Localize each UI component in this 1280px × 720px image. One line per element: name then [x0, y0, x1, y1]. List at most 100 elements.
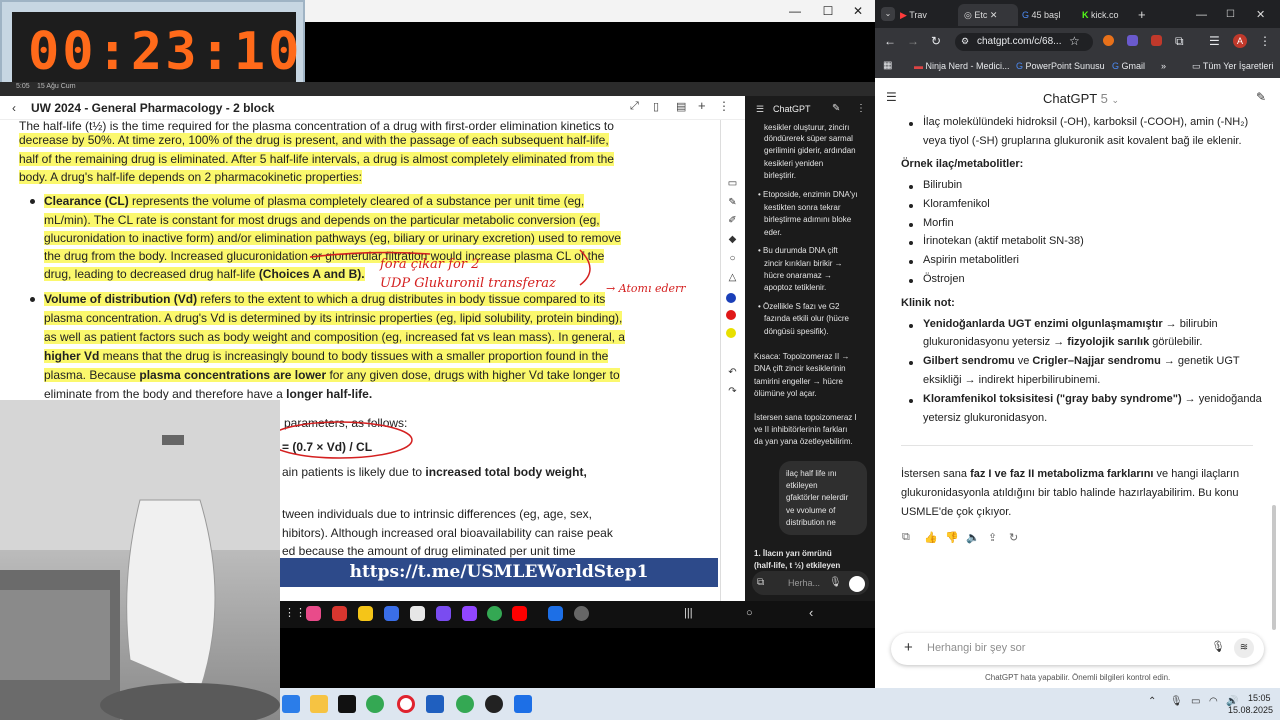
- widgets-icon[interactable]: [282, 695, 300, 713]
- mini-menu-icon[interactable]: ☰: [756, 104, 764, 115]
- minimize-button[interactable]: —: [780, 2, 810, 20]
- color-red-swatch[interactable]: [726, 310, 736, 320]
- browser-minimize-button[interactable]: —: [1196, 4, 1207, 26]
- thumbs-down-icon[interactable]: 👎: [945, 531, 959, 544]
- mini-mic-icon[interactable]: 🎙: [829, 577, 842, 588]
- tab-search-icon[interactable]: ⌄: [881, 7, 895, 21]
- flow-taskbar-icon[interactable]: [514, 695, 532, 713]
- notes-icon[interactable]: ▤: [676, 100, 686, 113]
- redo-icon[interactable]: ↷: [726, 385, 739, 398]
- regenerate-icon[interactable]: ↻: [1009, 531, 1018, 544]
- bookmark-gmail[interactable]: G Gmail: [1112, 61, 1145, 71]
- app-flower-icon[interactable]: [306, 606, 321, 621]
- back-arrow-icon[interactable]: ‹: [12, 101, 16, 115]
- extension-2-icon[interactable]: [1127, 35, 1138, 46]
- new-chat-icon[interactable]: ✎: [1256, 90, 1266, 104]
- apps-icon[interactable]: ▦: [883, 60, 892, 71]
- sidebar-toggle-icon[interactable]: ☰: [886, 90, 897, 104]
- eraser-icon[interactable]: ◆: [726, 233, 739, 246]
- close-button[interactable]: ✕: [843, 2, 873, 20]
- expand-icon[interactable]: ⤢: [630, 100, 639, 113]
- mini-attach-icon[interactable]: ⧉: [757, 577, 764, 588]
- bookmark-ninja-nerd[interactable]: ▬ Ninja Nerd - Medici...: [914, 61, 1010, 71]
- chat-model-selector[interactable]: ChatGPT 5 ⌄: [1043, 91, 1119, 106]
- clinical-1-mid: ve: [1014, 355, 1033, 367]
- share-icon[interactable]: ⇪: [988, 531, 997, 544]
- lasso-icon[interactable]: ○: [726, 252, 739, 265]
- back-icon[interactable]: ‹: [809, 605, 813, 620]
- extension-3-icon[interactable]: [1151, 35, 1162, 46]
- undo-icon[interactable]: ↶: [726, 366, 739, 379]
- browser-maximize-button[interactable]: ☐: [1226, 4, 1235, 26]
- mini-new-chat-icon[interactable]: ✎: [832, 103, 840, 114]
- reload-button[interactable]: ↻: [931, 34, 941, 48]
- all-bookmarks[interactable]: ▭ Tüm Yer İşaretleri: [1192, 61, 1273, 72]
- new-tab-button[interactable]: +: [1138, 4, 1146, 26]
- color-blue-swatch[interactable]: [726, 293, 736, 303]
- copy-icon[interactable]: ⧉: [902, 531, 910, 544]
- mini-voice-button[interactable]: [849, 576, 865, 592]
- site-info-icon[interactable]: ⚙: [961, 36, 969, 47]
- bookmarks-overflow[interactable]: »: [1161, 61, 1166, 71]
- read-aloud-icon[interactable]: 🔈: [966, 531, 980, 544]
- closing-line-1: İstersen sana faz I ve faz II metabolizm…: [901, 465, 1239, 484]
- add-attachment-icon[interactable]: +: [904, 639, 913, 656]
- app-youtube-icon[interactable]: [512, 606, 527, 621]
- bookmark-star-icon[interactable]: ☆: [1069, 34, 1080, 48]
- add-icon[interactable]: +: [698, 98, 706, 113]
- maximize-button[interactable]: ☐: [813, 2, 843, 20]
- extensions-icon[interactable]: ⧉: [1175, 34, 1184, 49]
- bookmark-powerpoint[interactable]: G PowerPoint Sunusu: [1016, 61, 1105, 71]
- mini-more-icon[interactable]: ⋮: [856, 103, 866, 114]
- profile-avatar[interactable]: A: [1233, 34, 1247, 48]
- keyboard-icon[interactable]: ▭: [726, 177, 739, 190]
- app-camera-icon[interactable]: [410, 606, 425, 621]
- more-icon[interactable]: ⋮: [718, 99, 730, 113]
- tray-chevron-icon[interactable]: ⌃: [1148, 696, 1156, 707]
- voice-mode-button[interactable]: ≋: [1234, 638, 1254, 658]
- highlighter-icon[interactable]: ✐: [726, 214, 739, 227]
- tab-1[interactable]: ▶ Trav: [900, 4, 955, 26]
- shape-icon[interactable]: △: [726, 271, 739, 284]
- tab-4[interactable]: K kick.co: [1082, 4, 1137, 26]
- app-flow-icon[interactable]: [548, 606, 563, 621]
- app-extra-icon[interactable]: [574, 606, 589, 621]
- doc-line-2: decrease by 50%. At time zero, 100% of t…: [19, 131, 609, 150]
- app-notes-icon[interactable]: [332, 606, 347, 621]
- file-explorer-icon[interactable]: [310, 695, 328, 713]
- mini-line-2: gerilimini giderir, ardından: [764, 146, 856, 155]
- store-icon[interactable]: [426, 695, 444, 713]
- taskbar-time[interactable]: 15:05: [1248, 693, 1271, 703]
- color-yellow-swatch[interactable]: [726, 328, 736, 338]
- extension-1-icon[interactable]: [1103, 35, 1114, 46]
- recent-apps-icon[interactable]: |||: [684, 607, 693, 619]
- back-button[interactable]: ←: [884, 34, 896, 48]
- forward-button[interactable]: →: [907, 34, 919, 48]
- thumbs-up-icon[interactable]: 👍: [924, 531, 938, 544]
- chrome-profile-icon[interactable]: [456, 695, 474, 713]
- tray-display-icon[interactable]: ▭: [1191, 696, 1200, 707]
- browser-close-button[interactable]: ✕: [1256, 4, 1265, 26]
- chrome-taskbar-icon[interactable]: [366, 695, 384, 713]
- microphone-icon[interactable]: 🎙: [1211, 640, 1225, 653]
- browser-menu-icon[interactable]: ⋮: [1259, 34, 1271, 48]
- split-view-icon[interactable]: ▯: [653, 100, 659, 113]
- app-files-icon[interactable]: [358, 606, 373, 621]
- app-browser-icon[interactable]: [384, 606, 399, 621]
- pen-icon[interactable]: ✎: [726, 196, 739, 209]
- tray-wifi-icon[interactable]: ◠: [1209, 696, 1218, 707]
- tab-2-active[interactable]: ◎ Etc ✕: [958, 4, 1018, 26]
- scrollbar[interactable]: [1272, 505, 1276, 630]
- app-chrome-icon[interactable]: [487, 606, 502, 621]
- obs-icon[interactable]: [485, 695, 503, 713]
- tray-mic-icon[interactable]: 🎙: [1170, 696, 1183, 707]
- tab-groups-icon[interactable]: ☰: [1209, 34, 1220, 48]
- home-icon[interactable]: ○: [746, 607, 753, 619]
- taskbar-date[interactable]: 15.08.2025: [1228, 705, 1273, 715]
- app-grid-icon[interactable]: ⋮⋮: [284, 606, 306, 619]
- tab-3[interactable]: G 45 başl: [1022, 4, 1087, 26]
- app-pen-icon[interactable]: [436, 606, 451, 621]
- xsplit-icon[interactable]: [338, 695, 356, 713]
- app-twitch-icon[interactable]: [462, 606, 477, 621]
- opera-icon[interactable]: [397, 695, 415, 713]
